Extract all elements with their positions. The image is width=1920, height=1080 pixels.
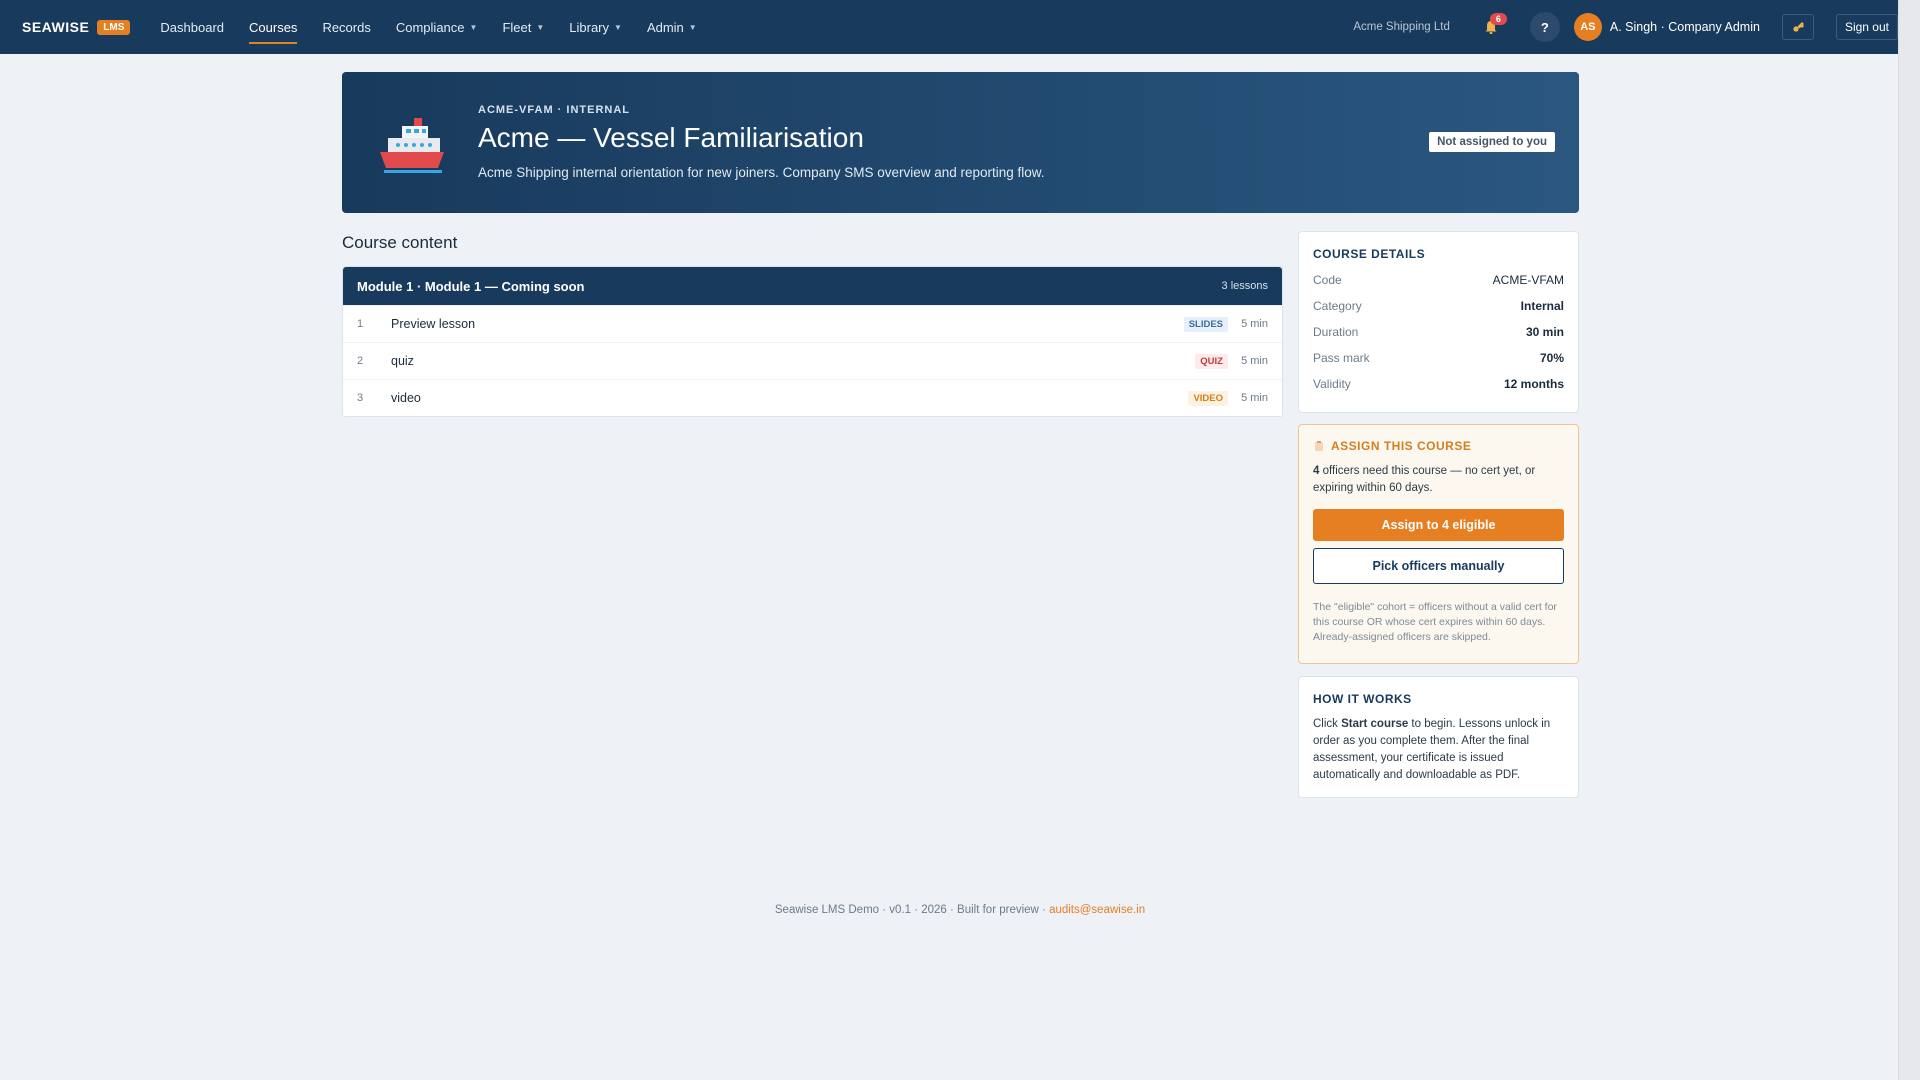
course-code-label: ACME-VFAM · INTERNAL bbox=[478, 104, 630, 116]
lesson-row[interactable]: 3 video VIDEO 5 min bbox=[343, 379, 1282, 416]
detail-label: Duration bbox=[1313, 325, 1359, 339]
detail-value: 30 min bbox=[1525, 325, 1564, 339]
nav-courses[interactable]: Courses bbox=[249, 0, 298, 54]
assign-eligible-button[interactable]: Assign to 4 eligible bbox=[1313, 509, 1564, 541]
detail-label: Validity bbox=[1313, 377, 1351, 391]
lesson-type-badge: QUIZ bbox=[1195, 353, 1228, 369]
module-card: Module 1 · Module 1 — Coming soon 3 less… bbox=[342, 266, 1283, 417]
course-details-card: COURSE DETAILS Code ACME-VFAM Category I… bbox=[1298, 231, 1579, 413]
avatar: AS bbox=[1573, 13, 1602, 41]
chevron-down-icon: ▼ bbox=[469, 22, 478, 32]
chevron-down-icon: ▼ bbox=[536, 22, 545, 32]
module-header[interactable]: Module 1 · Module 1 — Coming soon 3 less… bbox=[343, 267, 1282, 305]
lesson-duration: 5 min bbox=[1241, 318, 1268, 330]
notifications-button[interactable]: 6 bbox=[1476, 12, 1507, 42]
nav-fleet-label: Fleet bbox=[502, 19, 532, 35]
eligible-count: 4 bbox=[1313, 465, 1320, 477]
brand-name: SEAWISE bbox=[22, 19, 90, 35]
pick-officers-button[interactable]: Pick officers manually bbox=[1313, 548, 1564, 584]
lesson-duration: 5 min bbox=[1241, 392, 1268, 404]
footer: Seawise LMS Demo · v0.1 · 2026 · Built f… bbox=[0, 904, 1920, 916]
detail-row-duration: Duration 30 min bbox=[1313, 325, 1564, 339]
detail-value: 12 months bbox=[1503, 377, 1564, 391]
key-icon bbox=[1793, 22, 1804, 32]
assign-note: The "eligible" cohort = officers without… bbox=[1313, 601, 1557, 643]
nav-dashboard[interactable]: Dashboard bbox=[160, 0, 224, 54]
help-button[interactable]: ? bbox=[1529, 12, 1560, 42]
user-menu[interactable]: AS A. Singh · Company Admin bbox=[1573, 13, 1760, 41]
help-label: ? bbox=[1540, 19, 1549, 35]
detail-value: ACME-VFAM bbox=[1492, 273, 1564, 287]
footer-email-link[interactable]: audits@seawise.in bbox=[1049, 904, 1145, 916]
lesson-title: Preview lesson bbox=[391, 317, 476, 331]
company-name: Acme Shipping Ltd bbox=[1353, 21, 1450, 33]
assign-title: ASSIGN THIS COURSE bbox=[1313, 439, 1564, 453]
chevron-down-icon: ▼ bbox=[614, 22, 622, 32]
detail-label: Code bbox=[1313, 273, 1342, 287]
how-it-works-text: Click Start course to begin. Lessons unl… bbox=[1313, 716, 1564, 784]
password-button[interactable] bbox=[1781, 14, 1814, 40]
module-title: Module 1 · Module 1 — Coming soon bbox=[357, 278, 585, 294]
nav-admin[interactable]: Admin ▼ bbox=[647, 0, 697, 54]
detail-label: Category bbox=[1313, 299, 1362, 313]
user-name: A. Singh · Company Admin bbox=[1609, 20, 1760, 34]
page-title: Acme — Vessel Familiarisation bbox=[478, 122, 864, 153]
clipboard-icon bbox=[1315, 441, 1323, 451]
nav-records[interactable]: Records bbox=[322, 0, 370, 54]
lesson-type-badge: SLIDES bbox=[1183, 316, 1228, 332]
detail-label: Pass mark bbox=[1313, 351, 1370, 365]
assign-description: 4 officers need this course — no cert ye… bbox=[1313, 463, 1564, 497]
nav-admin-label: Admin bbox=[646, 19, 684, 35]
nav-dashboard-label: Dashboard bbox=[160, 19, 225, 35]
course-description: Acme Shipping internal orientation for n… bbox=[478, 165, 1045, 180]
lesson-row[interactable]: 1 Preview lesson SLIDES 5 min bbox=[343, 305, 1282, 342]
lesson-number: 3 bbox=[357, 392, 364, 404]
course-details-title: COURSE DETAILS bbox=[1313, 247, 1426, 261]
nav-library-label: Library bbox=[569, 19, 610, 35]
lesson-title: video bbox=[391, 391, 421, 405]
detail-row-validity: Validity 12 months bbox=[1313, 377, 1564, 391]
detail-row-category: Category Internal bbox=[1313, 299, 1564, 313]
how-it-works-title: HOW IT WORKS bbox=[1313, 692, 1412, 706]
nav-right: Acme Shipping Ltd 6 ? AS A. Singh · Comp… bbox=[1353, 12, 1898, 42]
how-text-bold: Start course bbox=[1341, 718, 1409, 730]
assign-title-text: ASSIGN THIS COURSE bbox=[1331, 439, 1472, 453]
section-title: Course content bbox=[342, 233, 458, 252]
top-navbar: SEAWISE LMS Dashboard Courses Records Co… bbox=[0, 0, 1920, 54]
main-nav: Dashboard Courses Records Compliance ▼ Fl… bbox=[160, 0, 697, 54]
chevron-down-icon: ▼ bbox=[688, 22, 697, 32]
lesson-type-badge: VIDEO bbox=[1188, 390, 1228, 406]
ship-icon bbox=[380, 118, 444, 173]
nav-compliance[interactable]: Compliance ▼ bbox=[396, 0, 478, 54]
nav-compliance-label: Compliance bbox=[395, 19, 465, 35]
detail-row-code: Code ACME-VFAM bbox=[1313, 273, 1564, 287]
assign-course-card: ASSIGN THIS COURSE 4 officers need this … bbox=[1298, 424, 1579, 664]
how-text-pre: Click bbox=[1313, 718, 1342, 730]
notification-badge: 6 bbox=[1489, 13, 1507, 25]
detail-value: 70% bbox=[1539, 351, 1564, 365]
scrollbar[interactable] bbox=[1898, 0, 1920, 1080]
lesson-count: 3 lessons bbox=[1221, 280, 1268, 292]
nav-fleet[interactable]: Fleet ▼ bbox=[502, 0, 544, 54]
lesson-title: quiz bbox=[391, 354, 414, 368]
how-it-works-card: HOW IT WORKS Click Start course to begin… bbox=[1298, 676, 1579, 798]
lesson-number: 1 bbox=[357, 318, 364, 330]
brand-logo[interactable]: SEAWISE LMS bbox=[22, 19, 131, 35]
course-hero: ACME-VFAM · INTERNAL Acme — Vessel Famil… bbox=[342, 72, 1579, 213]
nav-courses-label: Courses bbox=[249, 19, 298, 35]
nav-library[interactable]: Library ▼ bbox=[569, 0, 622, 54]
detail-row-pass-mark: Pass mark 70% bbox=[1313, 351, 1564, 365]
footer-text: Seawise LMS Demo · v0.1 · 2026 · Built f… bbox=[774, 904, 1050, 916]
assign-text: officers need this course — no cert yet,… bbox=[1313, 465, 1536, 494]
status-badge: Not assigned to you bbox=[1429, 132, 1555, 152]
sign-out-button[interactable]: Sign out bbox=[1835, 14, 1898, 40]
lesson-row[interactable]: 2 quiz QUIZ 5 min bbox=[343, 342, 1282, 379]
brand-badge: LMS bbox=[97, 19, 131, 35]
lesson-duration: 5 min bbox=[1241, 355, 1268, 367]
lesson-number: 2 bbox=[357, 355, 364, 367]
detail-value: Internal bbox=[1520, 299, 1564, 313]
nav-records-label: Records bbox=[322, 19, 371, 35]
